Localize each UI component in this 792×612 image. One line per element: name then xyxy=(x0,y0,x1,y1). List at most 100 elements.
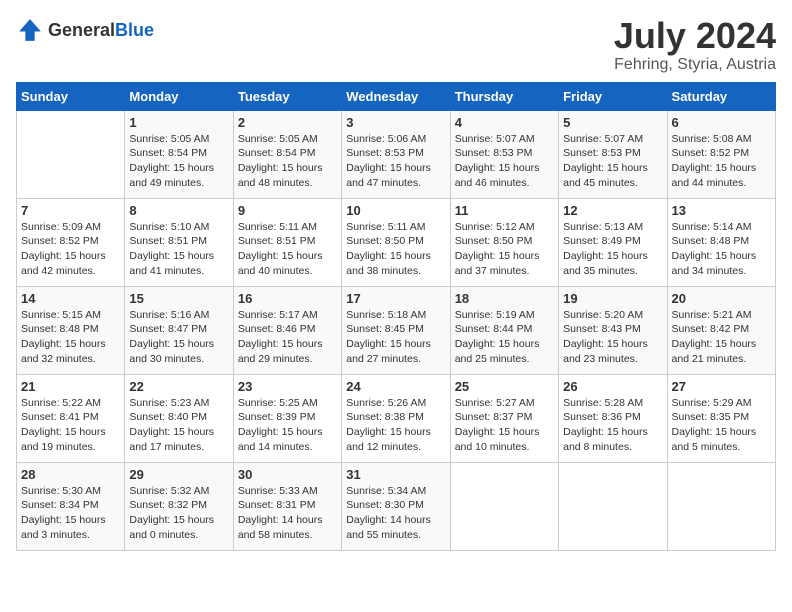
day-number: 19 xyxy=(563,291,662,306)
calendar-cell: 15Sunrise: 5:16 AM Sunset: 8:47 PM Dayli… xyxy=(125,286,233,374)
calendar-cell: 23Sunrise: 5:25 AM Sunset: 8:39 PM Dayli… xyxy=(233,374,341,462)
calendar-cell: 25Sunrise: 5:27 AM Sunset: 8:37 PM Dayli… xyxy=(450,374,558,462)
day-info: Sunrise: 5:06 AM Sunset: 8:53 PM Dayligh… xyxy=(346,132,445,191)
day-info: Sunrise: 5:22 AM Sunset: 8:41 PM Dayligh… xyxy=(21,396,120,455)
day-number: 31 xyxy=(346,467,445,482)
calendar-cell: 13 Sunrise: 5:14 AM Sunset: 8:48 PM Dayli… xyxy=(667,198,775,286)
calendar-cell: 3Sunrise: 5:06 AM Sunset: 8:53 PM Daylig… xyxy=(342,110,450,198)
calendar-cell xyxy=(17,110,125,198)
week-row-5: 28 Sunrise: 5:30 AM Sunset: 8:34 PM Dayli… xyxy=(17,462,776,550)
day-info: Sunrise: 5:17 AM Sunset: 8:46 PM Dayligh… xyxy=(238,308,337,367)
calendar-cell: 4 Sunrise: 5:07 AM Sunset: 8:53 PM Daylig… xyxy=(450,110,558,198)
day-info: Sunrise: 5:11 AM Sunset: 8:51 PM Dayligh… xyxy=(238,220,337,279)
day-number: 10 xyxy=(346,203,445,218)
calendar-cell: 1 Sunrise: 5:05 AM Sunset: 8:54 PM Daylig… xyxy=(125,110,233,198)
day-number: 20 xyxy=(672,291,771,306)
day-number: 6 xyxy=(672,115,771,130)
calendar-subtitle: Fehring, Styria, Austria xyxy=(614,56,776,74)
day-number: 11 xyxy=(455,203,554,218)
day-info: Sunrise: 5:18 AM Sunset: 8:45 PM Dayligh… xyxy=(346,308,445,367)
day-number: 21 xyxy=(21,379,120,394)
day-number: 17 xyxy=(346,291,445,306)
day-info: Sunrise: 5:34 AM Sunset: 8:30 PM Dayligh… xyxy=(346,484,445,543)
calendar-cell: 17 Sunrise: 5:18 AM Sunset: 8:45 PM Dayli… xyxy=(342,286,450,374)
calendar-cell xyxy=(450,462,558,550)
day-number: 8 xyxy=(129,203,228,218)
calendar-cell: 2 Sunrise: 5:05 AM Sunset: 8:54 PM Daylig… xyxy=(233,110,341,198)
day-info: Sunrise: 5:19 AM Sunset: 8:44 PM Dayligh… xyxy=(455,308,554,367)
day-number: 28 xyxy=(21,467,120,482)
weekday-header-saturday: Saturday xyxy=(667,82,775,110)
day-info: Sunrise: 5:05 AM Sunset: 8:54 PM Dayligh… xyxy=(238,132,337,191)
day-number: 5 xyxy=(563,115,662,130)
weekday-header-thursday: Thursday xyxy=(450,82,558,110)
week-row-2: 7 Sunrise: 5:09 AM Sunset: 8:52 PM Daylig… xyxy=(17,198,776,286)
logo: GeneralBlue xyxy=(16,16,154,44)
day-number: 16 xyxy=(238,291,337,306)
calendar-cell: 22Sunrise: 5:23 AM Sunset: 8:40 PM Dayli… xyxy=(125,374,233,462)
day-number: 9 xyxy=(238,203,337,218)
day-info: Sunrise: 5:07 AM Sunset: 8:53 PM Dayligh… xyxy=(563,132,662,191)
weekday-header-sunday: Sunday xyxy=(17,82,125,110)
day-number: 13 xyxy=(672,203,771,218)
logo-text-blue: Blue xyxy=(115,20,154,40)
title-area: July 2024 Fehring, Styria, Austria xyxy=(614,16,776,74)
day-info: Sunrise: 5:23 AM Sunset: 8:40 PM Dayligh… xyxy=(129,396,228,455)
calendar-table: SundayMondayTuesdayWednesdayThursdayFrid… xyxy=(16,82,776,551)
day-info: Sunrise: 5:09 AM Sunset: 8:52 PM Dayligh… xyxy=(21,220,120,279)
day-info: Sunrise: 5:13 AM Sunset: 8:49 PM Dayligh… xyxy=(563,220,662,279)
calendar-cell: 29Sunrise: 5:32 AM Sunset: 8:32 PM Dayli… xyxy=(125,462,233,550)
day-info: Sunrise: 5:29 AM Sunset: 8:35 PM Dayligh… xyxy=(672,396,771,455)
day-info: Sunrise: 5:28 AM Sunset: 8:36 PM Dayligh… xyxy=(563,396,662,455)
day-info: Sunrise: 5:25 AM Sunset: 8:39 PM Dayligh… xyxy=(238,396,337,455)
calendar-title: July 2024 xyxy=(614,16,776,56)
day-info: Sunrise: 5:32 AM Sunset: 8:32 PM Dayligh… xyxy=(129,484,228,543)
day-info: Sunrise: 5:12 AM Sunset: 8:50 PM Dayligh… xyxy=(455,220,554,279)
calendar-cell: 9 Sunrise: 5:11 AM Sunset: 8:51 PM Daylig… xyxy=(233,198,341,286)
day-info: Sunrise: 5:33 AM Sunset: 8:31 PM Dayligh… xyxy=(238,484,337,543)
week-row-1: 1 Sunrise: 5:05 AM Sunset: 8:54 PM Daylig… xyxy=(17,110,776,198)
calendar-cell: 21 Sunrise: 5:22 AM Sunset: 8:41 PM Dayli… xyxy=(17,374,125,462)
calendar-cell: 11 Sunrise: 5:12 AM Sunset: 8:50 PM Dayli… xyxy=(450,198,558,286)
calendar-cell: 19Sunrise: 5:20 AM Sunset: 8:43 PM Dayli… xyxy=(559,286,667,374)
day-number: 14 xyxy=(21,291,120,306)
page-header: GeneralBlue July 2024 Fehring, Styria, A… xyxy=(16,16,776,74)
day-number: 1 xyxy=(129,115,228,130)
calendar-cell: 27 Sunrise: 5:29 AM Sunset: 8:35 PM Dayli… xyxy=(667,374,775,462)
day-number: 26 xyxy=(563,379,662,394)
day-number: 4 xyxy=(455,115,554,130)
day-info: Sunrise: 5:08 AM Sunset: 8:52 PM Dayligh… xyxy=(672,132,771,191)
calendar-cell: 7 Sunrise: 5:09 AM Sunset: 8:52 PM Daylig… xyxy=(17,198,125,286)
day-number: 12 xyxy=(563,203,662,218)
calendar-cell xyxy=(559,462,667,550)
week-row-3: 14 Sunrise: 5:15 AM Sunset: 8:48 PM Dayli… xyxy=(17,286,776,374)
day-info: Sunrise: 5:26 AM Sunset: 8:38 PM Dayligh… xyxy=(346,396,445,455)
day-info: Sunrise: 5:05 AM Sunset: 8:54 PM Dayligh… xyxy=(129,132,228,191)
calendar-cell: 20 Sunrise: 5:21 AM Sunset: 8:42 PM Dayli… xyxy=(667,286,775,374)
calendar-cell: 18Sunrise: 5:19 AM Sunset: 8:44 PM Dayli… xyxy=(450,286,558,374)
calendar-cell: 14 Sunrise: 5:15 AM Sunset: 8:48 PM Dayli… xyxy=(17,286,125,374)
day-info: Sunrise: 5:21 AM Sunset: 8:42 PM Dayligh… xyxy=(672,308,771,367)
day-number: 7 xyxy=(21,203,120,218)
day-info: Sunrise: 5:10 AM Sunset: 8:51 PM Dayligh… xyxy=(129,220,228,279)
logo-text-general: General xyxy=(48,20,115,40)
calendar-cell: 12 Sunrise: 5:13 AM Sunset: 8:49 PM Dayli… xyxy=(559,198,667,286)
day-info: Sunrise: 5:16 AM Sunset: 8:47 PM Dayligh… xyxy=(129,308,228,367)
calendar-cell: 24Sunrise: 5:26 AM Sunset: 8:38 PM Dayli… xyxy=(342,374,450,462)
day-number: 2 xyxy=(238,115,337,130)
calendar-cell: 10 Sunrise: 5:11 AM Sunset: 8:50 PM Dayli… xyxy=(342,198,450,286)
day-info: Sunrise: 5:27 AM Sunset: 8:37 PM Dayligh… xyxy=(455,396,554,455)
weekday-header-wednesday: Wednesday xyxy=(342,82,450,110)
calendar-body: 1 Sunrise: 5:05 AM Sunset: 8:54 PM Daylig… xyxy=(17,110,776,550)
calendar-cell: 28 Sunrise: 5:30 AM Sunset: 8:34 PM Dayli… xyxy=(17,462,125,550)
day-info: Sunrise: 5:07 AM Sunset: 8:53 PM Dayligh… xyxy=(455,132,554,191)
day-info: Sunrise: 5:30 AM Sunset: 8:34 PM Dayligh… xyxy=(21,484,120,543)
day-info: Sunrise: 5:14 AM Sunset: 8:48 PM Dayligh… xyxy=(672,220,771,279)
day-number: 27 xyxy=(672,379,771,394)
logo-icon xyxy=(16,16,44,44)
calendar-cell xyxy=(667,462,775,550)
day-info: Sunrise: 5:15 AM Sunset: 8:48 PM Dayligh… xyxy=(21,308,120,367)
day-info: Sunrise: 5:11 AM Sunset: 8:50 PM Dayligh… xyxy=(346,220,445,279)
calendar-cell: 26 Sunrise: 5:28 AM Sunset: 8:36 PM Dayli… xyxy=(559,374,667,462)
calendar-cell: 6 Sunrise: 5:08 AM Sunset: 8:52 PM Daylig… xyxy=(667,110,775,198)
